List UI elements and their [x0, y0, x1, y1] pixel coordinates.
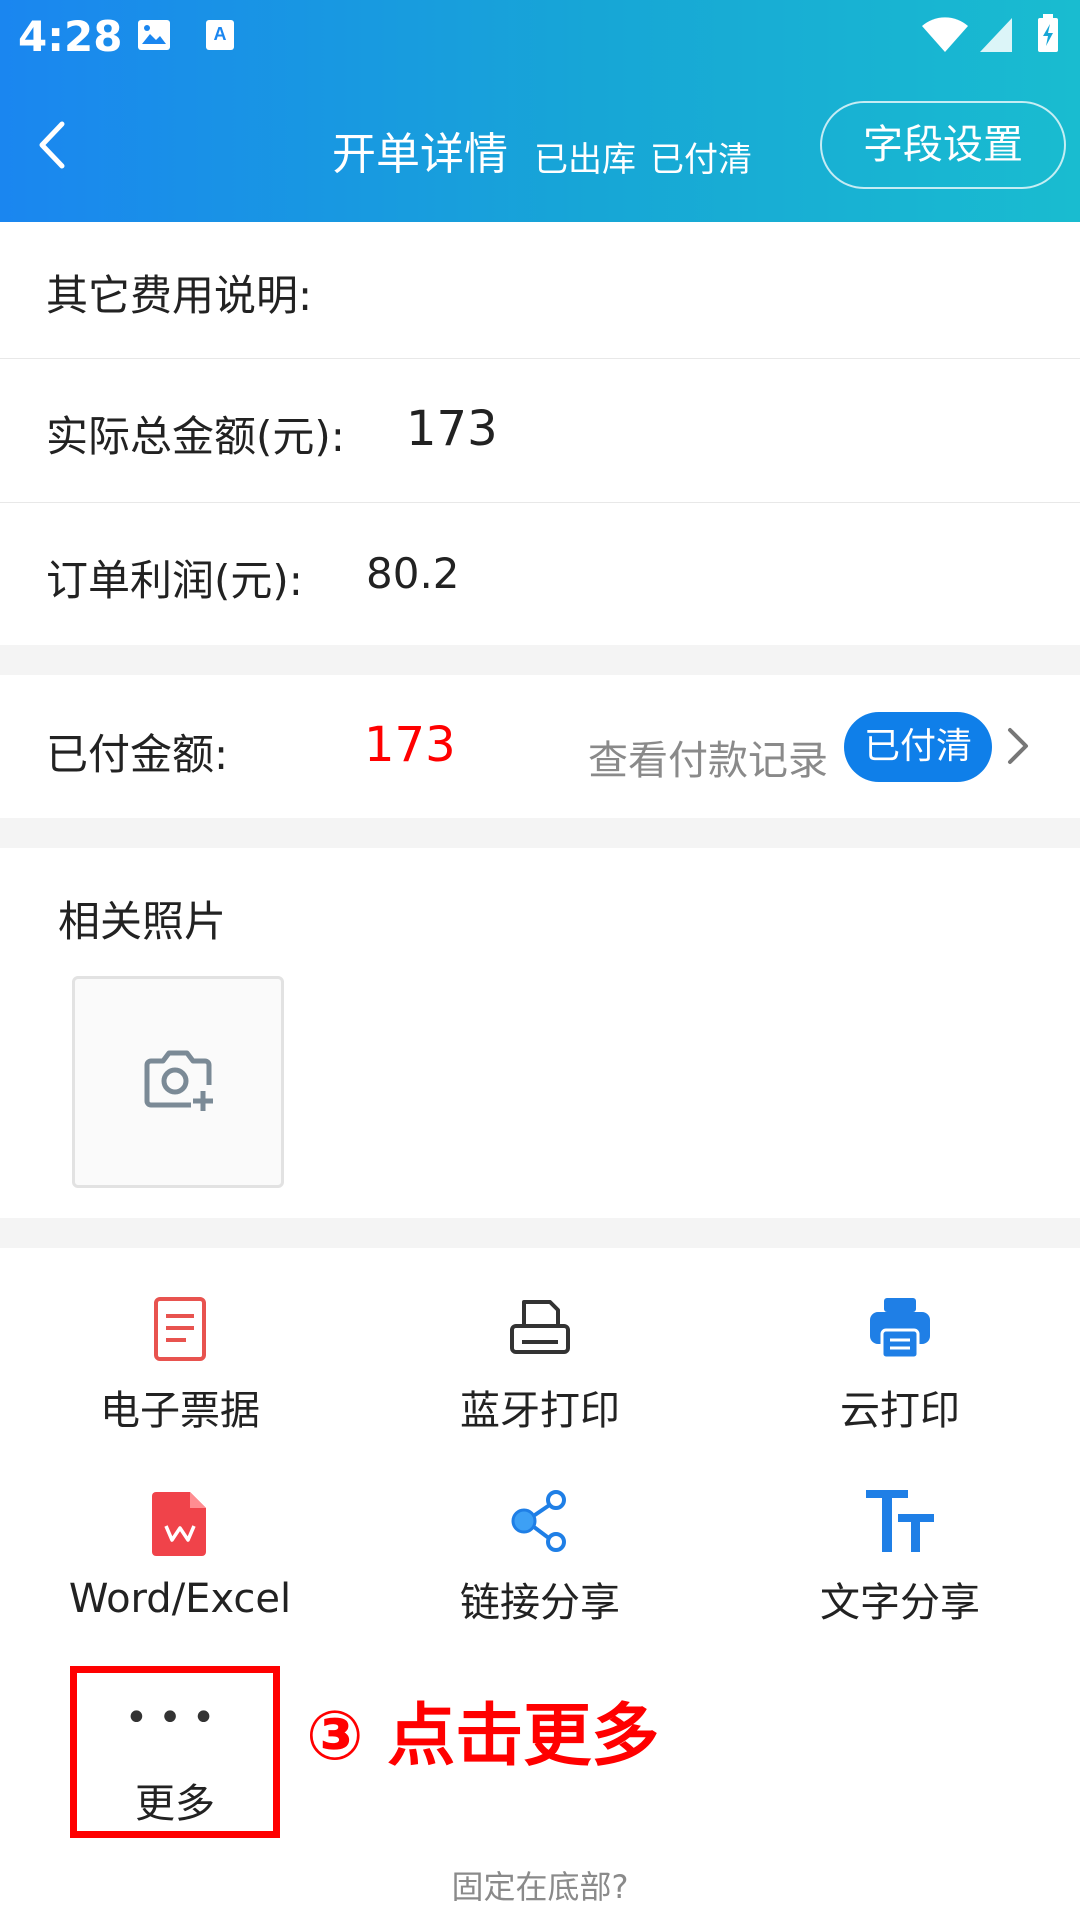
page-title: 开单详情	[332, 129, 508, 180]
stock-status: 已出库	[534, 140, 636, 180]
chevron-right-icon[interactable]	[1004, 724, 1032, 768]
share-icon	[511, 1490, 566, 1552]
printer-filled-icon	[870, 1298, 930, 1360]
other-fee-row: 其它费用说明:	[0, 222, 1080, 359]
field-settings-button[interactable]: 字段设置	[820, 101, 1066, 189]
battery-icon	[1038, 14, 1058, 52]
text-share-button[interactable]: 文字分享	[720, 1488, 1080, 1628]
wifi-icon	[922, 17, 968, 52]
add-photo-camera-icon	[144, 1050, 213, 1111]
other-fee-label: 其它费用说明:	[46, 271, 313, 320]
profit-row: 订单利润(元): 80.2	[0, 503, 1080, 645]
total-row: 实际总金额(元): 173	[0, 359, 1080, 503]
e-receipt-label: 电子票据	[100, 1388, 260, 1434]
profit-label: 订单利润(元):	[46, 556, 303, 605]
text-tt-icon	[866, 1490, 934, 1552]
section-gap	[0, 645, 1080, 675]
pay-status: 已付清	[650, 140, 752, 180]
word-excel-button[interactable]: Word/Excel	[0, 1488, 360, 1622]
link-share-label: 链接分享	[460, 1580, 620, 1626]
more-label: 更多	[135, 1781, 215, 1827]
more-dots-icon: •••	[124, 1695, 226, 1741]
app-header: 4:28 A 开单详情 已出库 已付清 字段设置	[0, 0, 1080, 222]
view-payment-records-link[interactable]: 查看付款记录	[588, 728, 828, 786]
word-excel-label: Word/Excel	[68, 1576, 292, 1622]
back-chevron-icon[interactable]	[26, 110, 86, 180]
total-value: 173	[406, 401, 498, 457]
section-gap	[0, 1218, 1080, 1248]
pin-to-bottom-link[interactable]: 固定在底部?	[0, 1862, 1080, 1908]
profit-value: 80.2	[366, 549, 460, 598]
bluetooth-print-label: 蓝牙打印	[460, 1388, 620, 1434]
e-receipt-button[interactable]: 电子票据	[0, 1296, 360, 1436]
printer-outline-icon	[510, 1300, 570, 1354]
document-icon	[154, 1297, 206, 1361]
cloud-print-button[interactable]: 云打印	[720, 1296, 1080, 1436]
link-share-button[interactable]: 链接分享	[360, 1488, 720, 1628]
photos-title: 相关照片	[58, 897, 227, 946]
tutorial-annotation: ③ 点击更多	[306, 1697, 660, 1776]
signal-icon	[980, 18, 1012, 52]
total-label: 实际总金额(元):	[46, 412, 345, 461]
text-share-label: 文字分享	[820, 1580, 980, 1626]
bluetooth-print-button[interactable]: 蓝牙打印	[360, 1296, 720, 1436]
cloud-print-label: 云打印	[840, 1388, 960, 1434]
more-button[interactable]: ••• 更多	[70, 1666, 280, 1838]
paid-status-badge: 已付清	[844, 712, 992, 782]
add-photo-button[interactable]	[72, 976, 284, 1188]
a-notification-icon: A	[206, 20, 234, 50]
paid-label: 已付金额:	[46, 730, 229, 779]
image-notification-icon	[138, 20, 170, 50]
wps-file-icon	[152, 1492, 206, 1556]
status-time: 4:28	[18, 12, 123, 61]
svg-text:A: A	[214, 24, 227, 44]
section-gap	[0, 818, 1080, 848]
paid-value: 173	[364, 717, 456, 773]
